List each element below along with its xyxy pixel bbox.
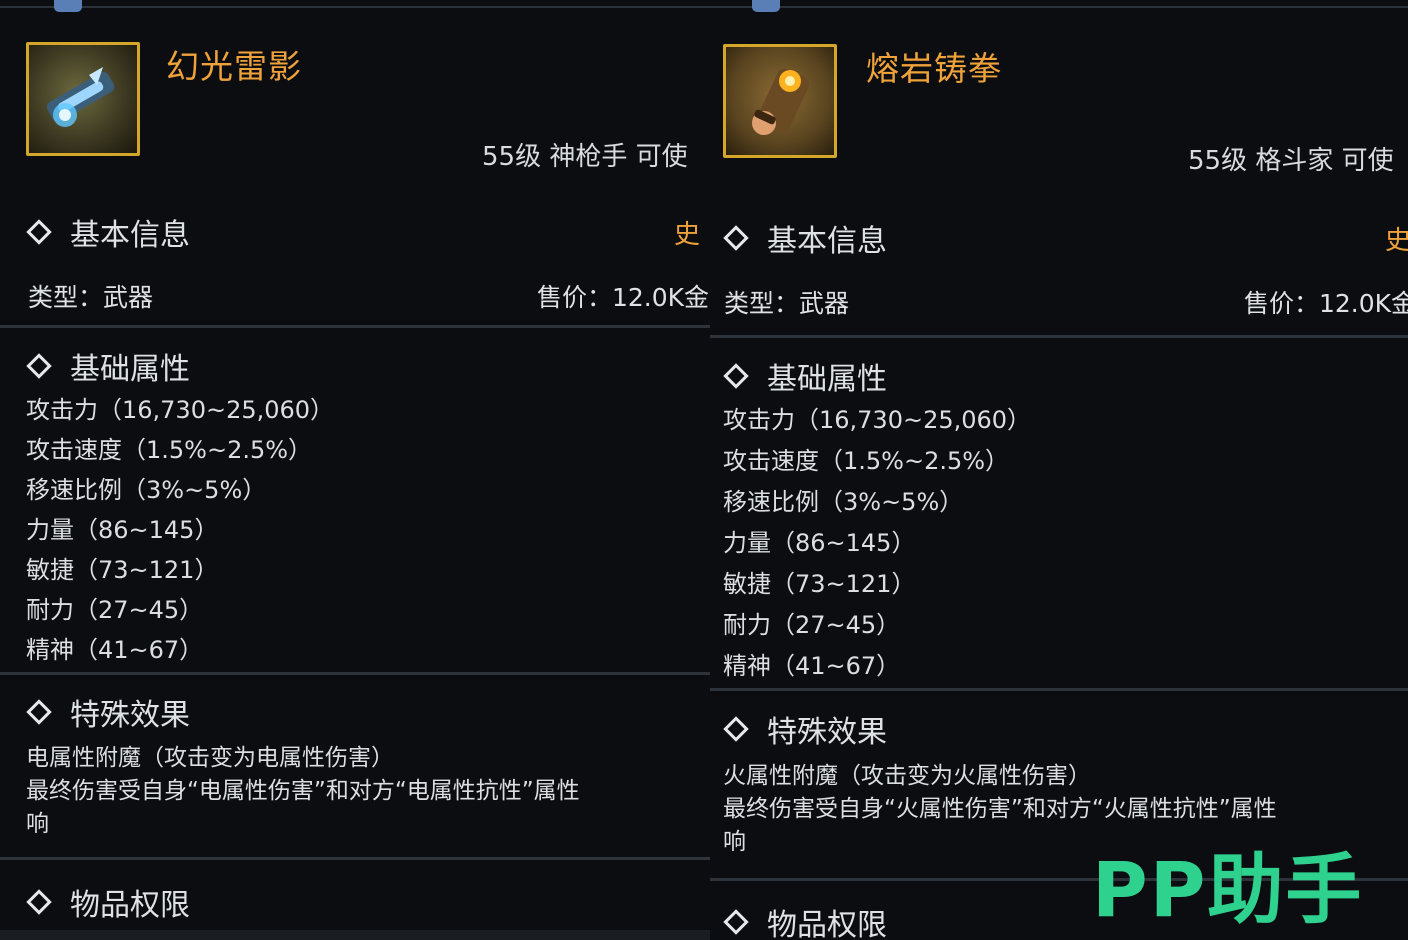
- sell-price: 售价：12.0K金: [1244, 289, 1408, 318]
- diamond-icon: [723, 909, 749, 935]
- level-requirement: 55级 神枪手 可使: [482, 142, 688, 172]
- effect-line: 最终伤害受自身“火属性伤害”和对方“火属性抗性”属性: [723, 796, 1277, 822]
- diamond-icon: [26, 699, 52, 725]
- tab-handle[interactable]: [752, 0, 780, 12]
- section-title: 特殊效果: [70, 698, 190, 733]
- section-permissions[interactable]: 物品权限: [723, 900, 887, 940]
- attribute-row: 攻击速度（1.5%~2.5%）: [26, 436, 313, 464]
- tab-handle[interactable]: [54, 0, 82, 12]
- attribute-row: 力量（86~145）: [26, 516, 219, 544]
- attribute-row: 耐力（27~45）: [26, 596, 204, 624]
- attribute-row: 力量（86~145）: [723, 529, 916, 557]
- attribute-row: 敏捷（73~121）: [26, 556, 219, 584]
- section-base-attributes[interactable]: 基础属性: [723, 354, 887, 398]
- item-type: 类型：武器: [28, 283, 154, 312]
- diamond-icon: [723, 716, 749, 742]
- section-title: 特殊效果: [767, 715, 887, 750]
- attribute-list: 攻击力（16,730~25,060） 攻击速度（1.5%~2.5%） 移速比例（…: [26, 390, 334, 670]
- watermark-logo: PP助手: [1092, 845, 1364, 934]
- item-tooltip-left: 幻光雷影 55级 神枪手 可使 基本信息 史 类型：武器 售价：12.0K金 基…: [0, 0, 710, 940]
- item-name: 幻光雷影: [166, 47, 302, 86]
- attribute-row: 耐力（27~45）: [723, 611, 901, 639]
- section-title: 基础属性: [767, 362, 887, 397]
- lightning-gun-icon: [26, 42, 140, 156]
- section-special-effects[interactable]: 特殊效果: [26, 690, 190, 734]
- section-title: 基本信息: [767, 224, 887, 259]
- attribute-row: 移速比例（3%~5%）: [26, 476, 267, 504]
- diamond-icon: [723, 363, 749, 389]
- attribute-row: 精神（41~67）: [723, 652, 901, 680]
- divider: [0, 325, 710, 328]
- section-title: 基本信息: [70, 218, 190, 253]
- item-tooltip-right: 熔岩铸拳 55级 格斗家 可使 基本信息 史 类型：武器 售价：12.0K金 基…: [710, 0, 1408, 940]
- diamond-icon: [26, 219, 52, 245]
- section-basic-info[interactable]: 基本信息: [26, 210, 190, 254]
- section-title: 物品权限: [767, 908, 887, 940]
- diamond-icon: [26, 353, 52, 379]
- diamond-icon: [26, 889, 52, 915]
- bottom-bar: [0, 930, 710, 940]
- attribute-row: 敏捷（73~121）: [723, 570, 916, 598]
- effect-line: 最终伤害受自身“电属性伤害”和对方“电属性抗性”属性: [26, 778, 580, 804]
- rarity-label: 史: [1385, 226, 1408, 256]
- attribute-row: 移速比例（3%~5%）: [723, 488, 964, 516]
- divider: [710, 335, 1408, 338]
- section-base-attributes[interactable]: 基础属性: [26, 344, 190, 388]
- divider: [710, 688, 1408, 691]
- attribute-row: 攻击力（16,730~25,060）: [723, 406, 1032, 434]
- rarity-label: 史: [674, 220, 701, 250]
- section-permissions[interactable]: 物品权限: [26, 880, 190, 924]
- item-type: 类型：武器: [724, 289, 850, 318]
- effect-line: 火属性附魔（攻击变为火属性伤害）: [723, 763, 1091, 789]
- effect-text: 电属性附魔（攻击变为电属性伤害） 最终伤害受自身“电属性伤害”和对方“电属性抗性…: [26, 742, 580, 841]
- attribute-row: 攻击速度（1.5%~2.5%）: [723, 447, 1010, 475]
- effect-line: 电属性附魔（攻击变为电属性伤害）: [26, 745, 394, 771]
- lava-fist-icon: [723, 44, 837, 158]
- divider: [0, 672, 710, 675]
- sell-price: 售价：12.0K金: [537, 283, 710, 312]
- item-name: 熔岩铸拳: [866, 49, 1002, 88]
- level-requirement: 55级 格斗家 可使: [1188, 146, 1394, 176]
- attribute-row: 攻击力（16,730~25,060）: [26, 396, 335, 424]
- section-title: 基础属性: [70, 352, 190, 387]
- diamond-icon: [723, 225, 749, 251]
- effect-line: 响: [26, 811, 49, 837]
- section-basic-info[interactable]: 基本信息: [723, 216, 887, 260]
- section-title: 物品权限: [70, 888, 190, 923]
- attribute-list: 攻击力（16,730~25,060） 攻击速度（1.5%~2.5%） 移速比例（…: [723, 400, 1031, 687]
- divider: [0, 857, 710, 860]
- attribute-row: 精神（41~67）: [26, 636, 204, 664]
- section-special-effects[interactable]: 特殊效果: [723, 707, 887, 751]
